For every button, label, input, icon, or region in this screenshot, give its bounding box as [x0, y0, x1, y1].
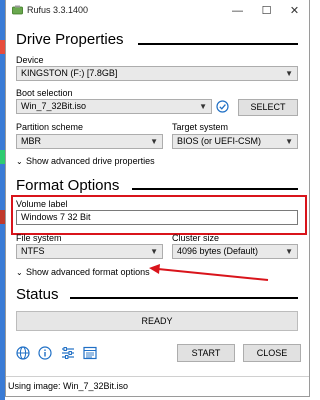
partition-scheme-dropdown[interactable]: MBR ▼: [16, 134, 163, 149]
boot-selection-value: Win_7_32Bit.iso: [21, 101, 87, 111]
window-title: Rufus 3.3.1400: [27, 5, 89, 15]
chevron-down-icon: ▼: [199, 102, 207, 111]
chevron-down-icon: ▼: [150, 137, 158, 146]
cluster-size-value: 4096 bytes (Default): [177, 246, 259, 256]
advanced-drive-toggle-label: Show advanced drive properties: [26, 156, 155, 166]
advanced-format-toggle-label: Show advanced format options: [26, 267, 150, 277]
settings-sliders-icon[interactable]: [61, 346, 75, 360]
status-heading: Status: [16, 286, 59, 303]
chevron-down-icon: ▼: [285, 69, 293, 78]
drive-properties-heading: Drive Properties: [16, 31, 124, 48]
partition-scheme-label: Partition scheme: [16, 122, 84, 132]
volume-label-label: Volume label: [16, 199, 68, 209]
section-divider: [138, 43, 298, 45]
close-button[interactable]: CLOSE: [243, 344, 301, 362]
boot-selection-dropdown[interactable]: Win_7_32Bit.iso ▼: [16, 99, 212, 114]
status-progress-bar: READY: [16, 311, 298, 331]
minimize-button[interactable]: —: [223, 0, 252, 22]
annotation-arrow: [149, 264, 269, 281]
boot-selection-label: Boot selection: [16, 88, 73, 98]
close-window-button[interactable]: ✕: [280, 0, 309, 22]
select-button[interactable]: SELECT: [238, 99, 298, 116]
status-footer-text: Using image: Win_7_32Bit.iso: [8, 381, 129, 391]
log-icon[interactable]: [83, 346, 97, 360]
globe-icon[interactable]: [16, 346, 30, 360]
check-hash-icon[interactable]: [216, 100, 229, 113]
chevron-down-icon: ▼: [285, 137, 293, 146]
volume-label-value: Windows 7 32 Bit: [21, 212, 91, 222]
rufus-window: Rufus 3.3.1400 — ☐ ✕ Drive Properties De…: [5, 0, 310, 397]
chevron-down-icon: ⌄: [16, 157, 23, 166]
start-button[interactable]: START: [177, 344, 235, 362]
advanced-drive-properties-toggle[interactable]: ⌄ Show advanced drive properties: [16, 156, 155, 166]
target-system-value: BIOS (or UEFI-CSM): [177, 136, 262, 146]
cluster-size-label: Cluster size: [172, 233, 220, 243]
target-system-label: Target system: [172, 122, 229, 132]
title-bar: Rufus 3.3.1400 — ☐ ✕: [6, 0, 309, 22]
partition-scheme-value: MBR: [21, 136, 41, 146]
chevron-down-icon: ▼: [285, 247, 293, 256]
rufus-app-icon: [12, 5, 23, 15]
cluster-size-dropdown[interactable]: 4096 bytes (Default) ▼: [172, 244, 298, 259]
device-dropdown[interactable]: KINGSTON (F:) [7.8GB] ▼: [16, 66, 298, 81]
section-divider: [70, 297, 298, 299]
device-value: KINGSTON (F:) [7.8GB]: [21, 68, 118, 78]
volume-label-input[interactable]: Windows 7 32 Bit: [16, 210, 298, 225]
format-options-heading: Format Options: [16, 177, 120, 194]
chevron-down-icon: ⌄: [16, 268, 23, 277]
info-icon[interactable]: [38, 346, 52, 360]
maximize-button[interactable]: ☐: [252, 0, 281, 22]
status-text: READY: [141, 316, 173, 326]
target-system-dropdown[interactable]: BIOS (or UEFI-CSM) ▼: [172, 134, 298, 149]
file-system-label: File system: [16, 233, 62, 243]
advanced-format-options-toggle[interactable]: ⌄ Show advanced format options: [16, 267, 150, 277]
file-system-value: NTFS: [21, 246, 45, 256]
footer-divider: [6, 376, 309, 377]
file-system-dropdown[interactable]: NTFS ▼: [16, 244, 163, 259]
section-divider: [132, 188, 298, 190]
device-label: Device: [16, 55, 44, 65]
chevron-down-icon: ▼: [150, 247, 158, 256]
